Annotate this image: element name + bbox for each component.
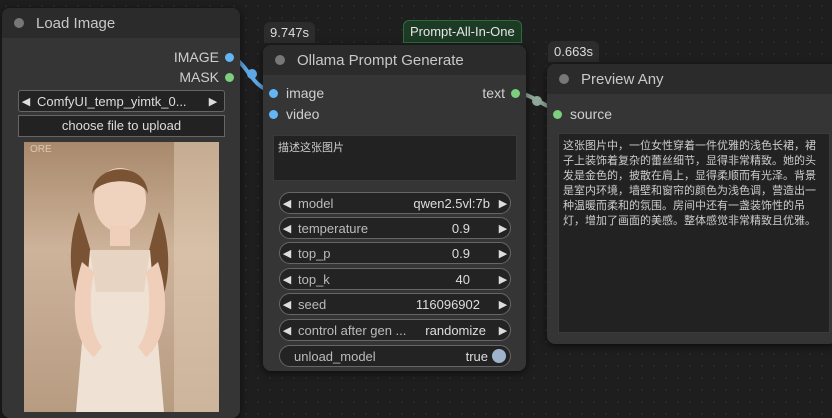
group-badge: Prompt-All-In-One xyxy=(403,20,522,43)
output-image-row: IMAGE xyxy=(174,49,234,65)
preview-text-area[interactable]: 这张图片中，一位女性穿着一件优雅的浅色长裙，裙子上装饰着复杂的蕾丝细节，显得非常… xyxy=(558,133,830,333)
combo-left-arrow-icon[interactable]: ◀ xyxy=(19,95,33,108)
widget-top-p[interactable]: ◀ top_p 0.9 ▶ xyxy=(279,242,511,264)
widget-seed-value: 116096902 xyxy=(415,296,480,312)
toggle-unload-model-name: unload_model xyxy=(294,348,376,364)
combo-right-arrow-icon[interactable]: ▶ xyxy=(206,95,220,108)
image-file-value: ComfyUI_temp_yimtk_0... xyxy=(37,93,187,109)
toggle-knob-icon[interactable] xyxy=(492,349,506,363)
widget-top-k-value: 40 xyxy=(455,271,470,287)
portrait-figure xyxy=(70,142,219,412)
decrement-arrow-icon[interactable]: ◀ xyxy=(280,273,294,286)
decrement-arrow-icon[interactable]: ◀ xyxy=(280,222,294,235)
increment-arrow-icon[interactable]: ▶ xyxy=(496,273,510,286)
widget-top-k[interactable]: ◀ top_k 40 ▶ xyxy=(279,268,511,290)
toggle-unload-model[interactable]: unload_model true xyxy=(279,345,511,367)
load-image-node[interactable]: Load Image IMAGE MASK ◀ ComfyUI_temp_yim… xyxy=(2,8,240,418)
input-video-label: video xyxy=(286,106,320,122)
output-image-socket[interactable] xyxy=(225,52,234,62)
collapse-dot-icon[interactable] xyxy=(14,18,24,28)
widget-seed[interactable]: ◀ seed 116096902 ▶ xyxy=(279,293,511,315)
increment-arrow-icon[interactable]: ▶ xyxy=(496,324,510,337)
input-video-socket[interactable] xyxy=(269,109,278,119)
increment-arrow-icon[interactable]: ▶ xyxy=(496,197,510,210)
widget-control-after-generate[interactable]: ◀ control after gen ... randomize ▶ xyxy=(279,319,511,341)
output-text-label: text xyxy=(482,85,505,101)
image-file-combo[interactable]: ◀ ComfyUI_temp_yimtk_0... ▶ xyxy=(18,90,225,112)
toggle-unload-model-value: true xyxy=(465,348,488,364)
output-mask-label: MASK xyxy=(179,69,219,85)
input-image-row: image xyxy=(269,85,324,101)
upload-button[interactable]: choose file to upload xyxy=(18,115,225,137)
ollama-header[interactable]: Ollama Prompt Generate xyxy=(263,45,526,75)
preview-node[interactable]: Preview Any source 这张图片中，一位女性穿着一件优雅的浅色长裙… xyxy=(547,64,832,344)
input-source-label: source xyxy=(570,106,613,122)
input-image-socket[interactable] xyxy=(269,88,278,98)
image-link-midpoint xyxy=(247,69,257,79)
widget-model[interactable]: ◀ model qwen2.5vl:7b ▶ xyxy=(279,192,511,214)
output-mask-socket[interactable] xyxy=(225,72,234,82)
decrement-arrow-icon[interactable]: ◀ xyxy=(280,298,294,311)
collapse-dot-icon[interactable] xyxy=(275,55,285,65)
input-image-label: image xyxy=(286,85,325,101)
load-image-title: Load Image xyxy=(36,14,116,32)
increment-arrow-icon[interactable]: ▶ xyxy=(496,298,510,311)
widget-top-k-name: top_k xyxy=(298,271,330,287)
output-image-label: IMAGE xyxy=(173,49,219,65)
output-text-row: text xyxy=(482,85,520,101)
input-source-socket[interactable] xyxy=(553,109,562,119)
decrement-arrow-icon[interactable]: ◀ xyxy=(280,324,294,337)
input-video-row: video xyxy=(269,106,319,122)
widget-control-name: control after gen ... xyxy=(298,322,407,338)
widget-model-name: model xyxy=(298,195,334,211)
widget-temperature[interactable]: ◀ temperature 0.9 ▶ xyxy=(279,217,511,239)
output-text-socket[interactable] xyxy=(511,88,520,98)
widget-model-value: qwen2.5vl:7b xyxy=(413,195,490,211)
ollama-time-badge: 9.747s xyxy=(264,22,316,43)
load-image-header[interactable]: Load Image xyxy=(2,8,240,38)
widget-control-value: randomize xyxy=(425,322,486,338)
increment-arrow-icon[interactable]: ▶ xyxy=(496,222,510,235)
ollama-title: Ollama Prompt Generate xyxy=(297,51,464,69)
image-preview: ORE xyxy=(24,142,219,412)
collapse-dot-icon[interactable] xyxy=(559,74,569,84)
preview-title: Preview Any xyxy=(581,70,664,88)
widget-temperature-value: 0.9 xyxy=(451,220,470,236)
increment-arrow-icon[interactable]: ▶ xyxy=(496,247,510,260)
widget-seed-name: seed xyxy=(298,296,327,312)
output-mask-row: MASK xyxy=(179,69,234,85)
text-link-midpoint xyxy=(532,96,542,106)
decrement-arrow-icon[interactable]: ◀ xyxy=(280,197,294,210)
decrement-arrow-icon[interactable]: ◀ xyxy=(280,247,294,260)
widget-top-p-value: 0.9 xyxy=(451,245,470,261)
preview-time-badge: 0.663s xyxy=(548,41,600,62)
prompt-textarea[interactable]: 描述这张图片 xyxy=(273,135,517,181)
widget-temperature-name: temperature xyxy=(298,220,369,236)
ollama-node[interactable]: Ollama Prompt Generate image video text … xyxy=(263,45,526,371)
input-source-row: source xyxy=(553,106,612,122)
widget-top-p-name: top_p xyxy=(298,245,331,261)
preview-header[interactable]: Preview Any xyxy=(547,64,832,94)
